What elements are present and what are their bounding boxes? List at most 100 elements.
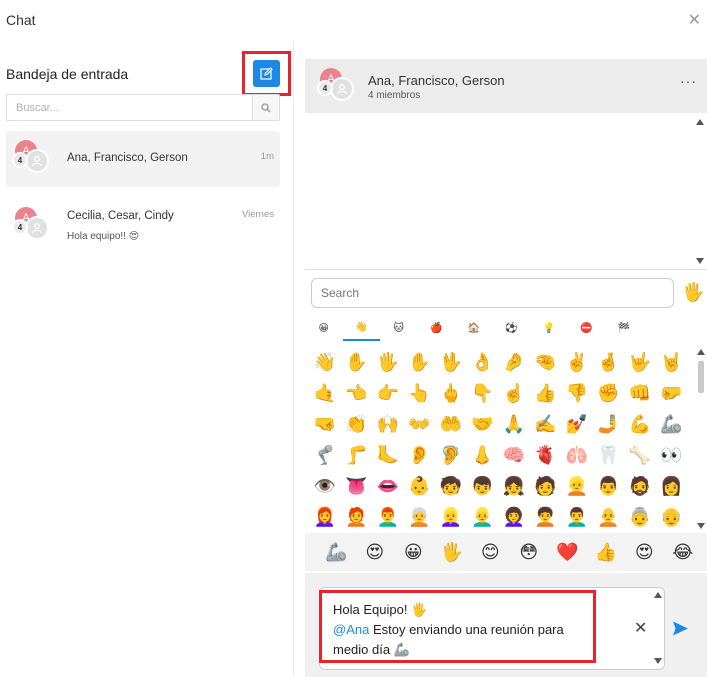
emoji-category-tab[interactable]: 🍎: [418, 315, 456, 341]
emoji-option[interactable]: 🧑: [530, 471, 562, 502]
message-scrollbar[interactable]: [695, 113, 705, 270]
emoji-option[interactable]: 👏: [341, 409, 373, 440]
emoji-option[interactable]: 🤳: [593, 409, 625, 440]
emoji-option[interactable]: 🤝: [467, 409, 499, 440]
message-input[interactable]: Hola Equipo! 🖐️ @Ana Estoy enviando una …: [320, 588, 652, 669]
recent-emoji[interactable]: ❤️: [548, 533, 587, 571]
emoji-option[interactable]: 👐: [404, 409, 436, 440]
emoji-category-tab[interactable]: 😀: [305, 315, 343, 341]
emoji-option[interactable]: 👍: [530, 378, 562, 409]
more-options-icon[interactable]: ···: [680, 73, 697, 89]
emoji-option[interactable]: 🧔: [624, 471, 656, 502]
emoji-option[interactable]: 👌: [467, 347, 499, 378]
emoji-grid-scrollbar[interactable]: [696, 347, 706, 533]
emoji-option[interactable]: 👁️: [309, 471, 341, 502]
emoji-category-tab[interactable]: ⚽: [493, 315, 531, 341]
input-scrollbar[interactable]: [653, 588, 663, 669]
emoji-option[interactable]: ✍️: [530, 409, 562, 440]
emoji-option[interactable]: 💪: [624, 409, 656, 440]
emoji-option[interactable]: 🤟: [624, 347, 656, 378]
scroll-down-icon[interactable]: [697, 523, 705, 529]
emoji-option[interactable]: 👨: [593, 471, 625, 502]
emoji-option[interactable]: 👇: [467, 378, 499, 409]
emoji-option[interactable]: 🤙: [309, 378, 341, 409]
new-conversation-button[interactable]: [253, 60, 280, 87]
emoji-option[interactable]: 🦾: [656, 409, 688, 440]
emoji-category-tab[interactable]: 👋: [342, 315, 380, 341]
emoji-option[interactable]: 🦷: [593, 440, 625, 471]
emoji-option[interactable]: 👉: [372, 378, 404, 409]
emoji-option[interactable]: 👩‍🦱: [498, 502, 530, 533]
recent-emoji[interactable]: 🦾: [317, 533, 356, 571]
emoji-option[interactable]: 👩‍🦰: [309, 502, 341, 533]
emoji-option[interactable]: 🤏: [530, 347, 562, 378]
emoji-option[interactable]: 🙏: [498, 409, 530, 440]
emoji-option[interactable]: 👨‍🦱: [561, 502, 593, 533]
emoji-option[interactable]: 👊: [624, 378, 656, 409]
emoji-category-tab[interactable]: ⛔: [568, 315, 606, 341]
emoji-option[interactable]: 🧑‍🦰: [341, 502, 373, 533]
emoji-option[interactable]: 🤛: [656, 378, 688, 409]
emoji-option[interactable]: ✊: [593, 378, 625, 409]
emoji-option[interactable]: 🧑‍🦳: [404, 502, 436, 533]
emoji-option[interactable]: 👆: [404, 378, 436, 409]
emoji-option[interactable]: 🤌: [498, 347, 530, 378]
send-button[interactable]: [672, 620, 689, 642]
clear-message-icon[interactable]: ✕: [634, 618, 647, 638]
emoji-option[interactable]: 🤲: [435, 409, 467, 440]
emoji-option[interactable]: 👋: [309, 347, 341, 378]
recent-emoji[interactable]: 😍: [356, 533, 395, 571]
scroll-up-icon[interactable]: [697, 349, 705, 355]
close-window-icon[interactable]: ✕: [688, 10, 701, 30]
recent-emoji[interactable]: 😂: [664, 533, 703, 571]
inbox-search-input[interactable]: [7, 95, 253, 120]
scroll-up-icon[interactable]: [696, 119, 704, 125]
emoji-option[interactable]: 🖖: [435, 347, 467, 378]
emoji-category-tab[interactable]: 🏠: [455, 315, 493, 341]
emoji-option[interactable]: 👵: [624, 502, 656, 533]
recent-emoji[interactable]: 😳: [510, 533, 549, 571]
mention[interactable]: @Ana: [333, 622, 369, 637]
emoji-option[interactable]: ☝️: [498, 378, 530, 409]
emoji-option[interactable]: 👎: [561, 378, 593, 409]
emoji-option[interactable]: ✋: [404, 347, 436, 378]
emoji-option[interactable]: 🧑‍🦲: [593, 502, 625, 533]
emoji-option[interactable]: 🫁: [561, 440, 593, 471]
emoji-option[interactable]: 🖕: [435, 378, 467, 409]
emoji-search-input[interactable]: [312, 279, 673, 307]
emoji-option[interactable]: 👱: [561, 471, 593, 502]
emoji-option[interactable]: 🦿: [309, 440, 341, 471]
emoji-category-tab[interactable]: 💡: [530, 315, 568, 341]
emoji-option[interactable]: 🫀: [530, 440, 562, 471]
emoji-option[interactable]: 👱‍♀️: [435, 502, 467, 533]
emoji-option[interactable]: 🤘: [656, 347, 688, 378]
emoji-option[interactable]: 👱‍♂️: [467, 502, 499, 533]
emoji-option[interactable]: 🦴: [624, 440, 656, 471]
emoji-option[interactable]: 🖐️: [372, 347, 404, 378]
conversation-item[interactable]: A 4 Ana, Francisco, Gerson 1m: [6, 131, 280, 187]
conversation-item[interactable]: A 4 Cecilia, Cesar, Cindy Viernes Hola e…: [6, 198, 280, 254]
emoji-option[interactable]: 👃: [467, 440, 499, 471]
skin-tone-selector[interactable]: 🖐️: [682, 282, 704, 303]
emoji-option[interactable]: 👨‍🦰: [372, 502, 404, 533]
emoji-category-tab[interactable]: 🐱: [380, 315, 418, 341]
emoji-option[interactable]: 🦶: [372, 440, 404, 471]
emoji-option[interactable]: 🧠: [498, 440, 530, 471]
inbox-search-button[interactable]: [252, 95, 279, 120]
recent-emoji[interactable]: 😍: [625, 533, 664, 571]
emoji-option[interactable]: 👴: [656, 502, 688, 533]
emoji-option[interactable]: ✋: [341, 347, 373, 378]
emoji-option[interactable]: 🦻: [435, 440, 467, 471]
emoji-option[interactable]: 👶: [404, 471, 436, 502]
scroll-up-icon[interactable]: [654, 592, 662, 598]
recent-emoji[interactable]: 👍: [587, 533, 626, 571]
emoji-option[interactable]: 🤞: [593, 347, 625, 378]
emoji-option[interactable]: 👄: [372, 471, 404, 502]
emoji-option[interactable]: ✌️: [561, 347, 593, 378]
recent-emoji[interactable]: 🖐️: [433, 533, 472, 571]
emoji-option[interactable]: 👩: [656, 471, 688, 502]
emoji-option[interactable]: 🧑‍🦱: [530, 502, 562, 533]
emoji-option[interactable]: 👈: [341, 378, 373, 409]
scroll-down-icon[interactable]: [696, 258, 704, 264]
emoji-category-tab[interactable]: 🏁: [605, 315, 643, 341]
